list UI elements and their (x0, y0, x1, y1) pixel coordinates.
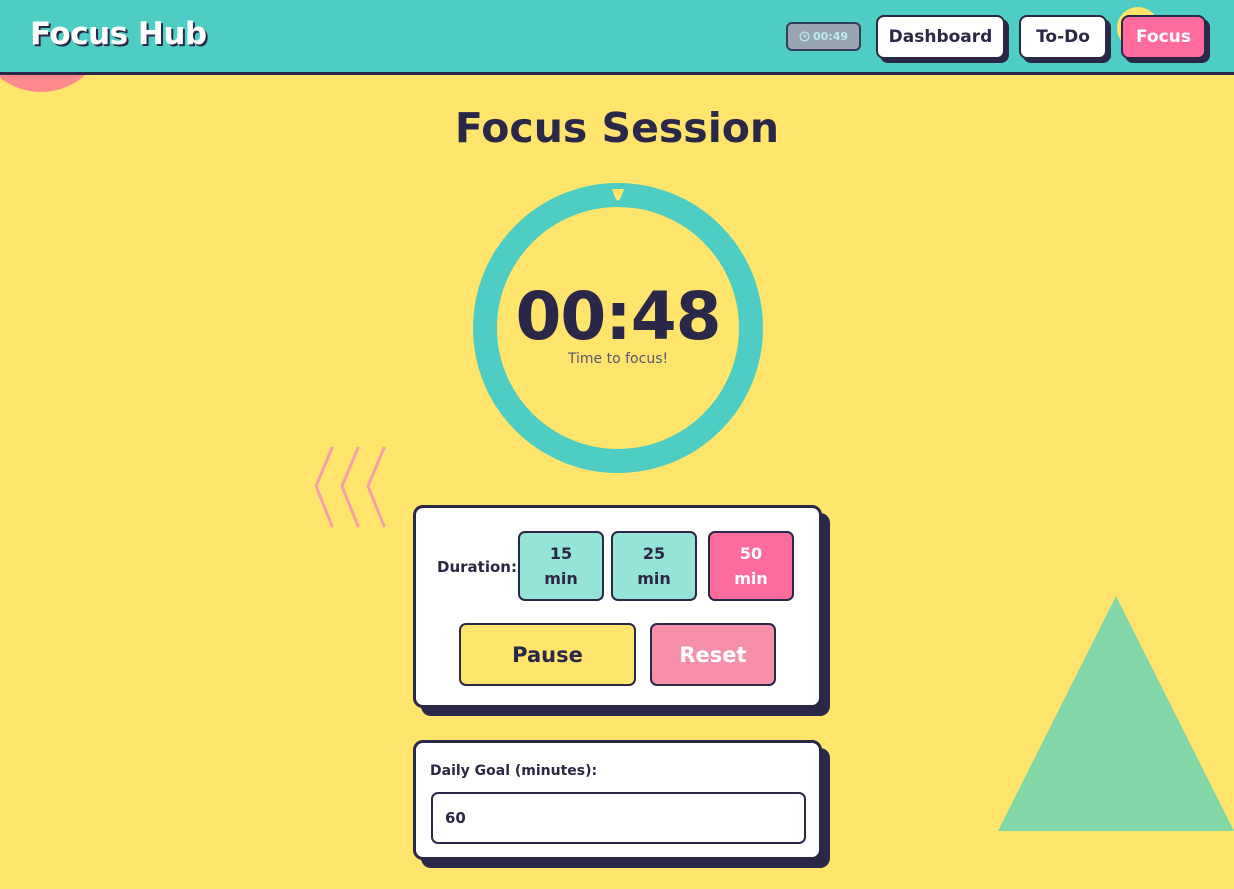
decorative-zigzag (314, 446, 386, 528)
app-logo: Focus Hub (30, 16, 207, 52)
timer-display: 00:48 (515, 278, 721, 355)
daily-goal-label: Daily Goal (minutes): (430, 763, 598, 779)
nav-todo-button[interactable]: To-Do (1019, 15, 1107, 59)
daily-goal-input[interactable] (431, 792, 806, 844)
page-title: Focus Session (454, 104, 780, 152)
duration-25-button[interactable]: 25 min (611, 531, 697, 601)
duration-label: Duration: (437, 558, 517, 576)
duration-unit: min (544, 569, 578, 588)
duration-unit: min (637, 569, 671, 588)
timer-controls-card: Duration: 15 min 25 min 50 min Pause Res… (413, 505, 822, 708)
duration-value: 50 (739, 544, 763, 563)
decorative-triangle (998, 596, 1234, 831)
clock-icon (799, 31, 810, 42)
nav-dashboard-button[interactable]: Dashboard (876, 15, 1005, 59)
duration-50-button[interactable]: 50 min (708, 531, 794, 601)
nav-focus-button[interactable]: Focus (1121, 15, 1206, 59)
mini-timer-badge: 00:49 (786, 22, 861, 51)
daily-goal-card: Daily Goal (minutes): (413, 740, 822, 860)
duration-unit: min (734, 569, 768, 588)
top-header: Focus Hub 00:49 Dashboard To-Do Focus (0, 0, 1234, 75)
reset-button[interactable]: Reset (650, 623, 776, 686)
duration-value: 15 (549, 544, 573, 563)
pause-button[interactable]: Pause (459, 623, 636, 686)
duration-value: 25 (642, 544, 666, 563)
timer-subtitle: Time to focus! (567, 351, 669, 367)
duration-15-button[interactable]: 15 min (518, 531, 604, 601)
mini-timer-text: 00:49 (812, 30, 848, 43)
